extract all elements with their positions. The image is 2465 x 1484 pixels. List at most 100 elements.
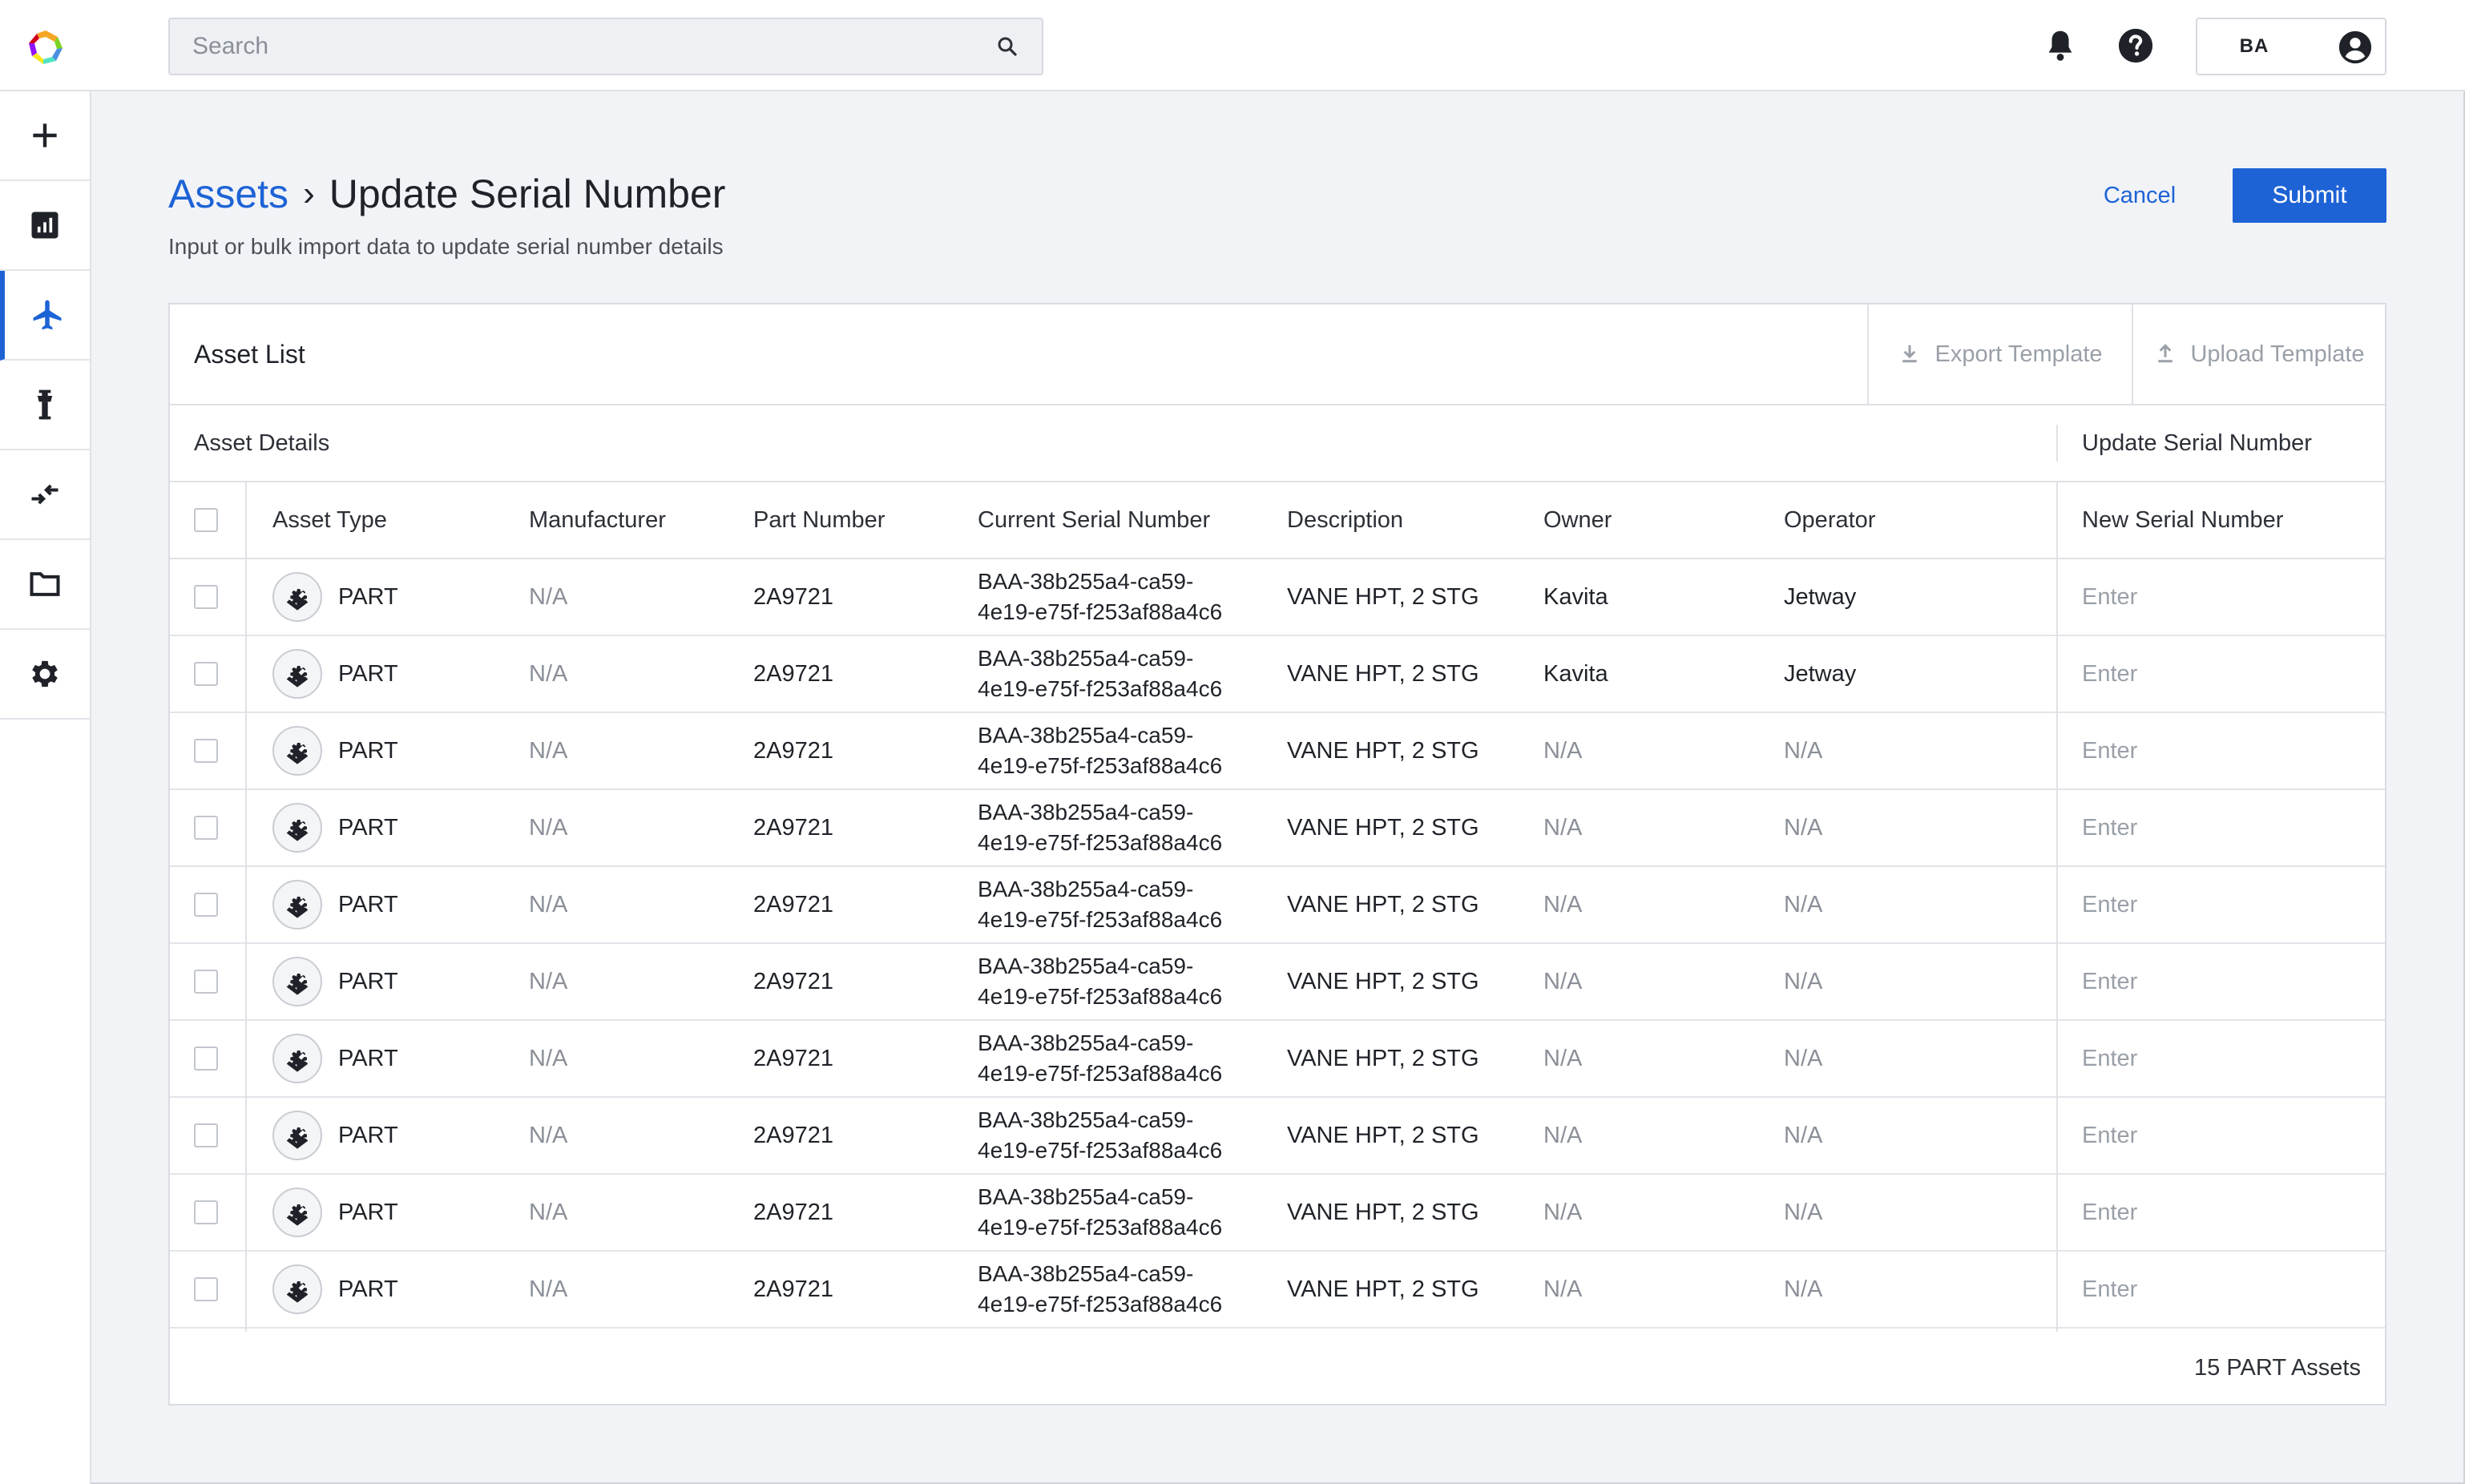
col-current-serial[interactable]: Current Serial Number [978, 482, 1210, 558]
part-icon-badge [272, 957, 322, 1006]
part-number-cell: 2A9721 [753, 1199, 833, 1225]
cancel-button[interactable]: Cancel [2084, 168, 2196, 223]
breadcrumb-assets-link[interactable]: Assets [168, 171, 288, 217]
owner-cell: N/A [1543, 968, 1583, 994]
folder-icon [30, 572, 60, 596]
owner-cell: Kavita [1543, 660, 1608, 687]
user-menu[interactable]: BA [2196, 18, 2386, 75]
new-serial-input[interactable] [2058, 713, 2383, 788]
asset-type-cell: PART [272, 1021, 398, 1096]
col-owner[interactable]: Owner [1543, 482, 1612, 558]
row-checkbox[interactable] [194, 1123, 218, 1147]
sidebar-item-aircraft[interactable] [0, 271, 90, 361]
owner-cell: Kavita [1543, 583, 1608, 610]
owner-cell: N/A [1543, 1122, 1583, 1148]
row-checkbox[interactable] [194, 1277, 218, 1301]
description-cell: VANE HPT, 2 STG [1287, 660, 1479, 687]
part-gear-icon [286, 743, 309, 764]
sidebar-item-transfers[interactable] [0, 450, 90, 540]
table-row: PART N/A 2A9721 BAA-38b255a4-ca59-4e19-e75f… [170, 790, 2385, 867]
row-checkbox[interactable] [194, 816, 218, 840]
row-select-cell [194, 790, 218, 865]
manufacturer-cell: N/A [529, 891, 568, 917]
col-new-serial[interactable]: New Serial Number [2082, 482, 2283, 558]
search-input[interactable] [192, 33, 995, 60]
airplane-icon [33, 300, 62, 330]
owner-cell: N/A [1543, 1276, 1583, 1302]
row-select-cell [194, 713, 218, 788]
row-select-cell [194, 1098, 218, 1173]
description-cell: VANE HPT, 2 STG [1287, 737, 1479, 764]
col-manufacturer[interactable]: Manufacturer [529, 482, 666, 558]
bell-icon[interactable] [2042, 27, 2079, 64]
new-serial-input[interactable] [2058, 559, 2383, 635]
manufacturer-cell: N/A [529, 1276, 568, 1302]
part-number-cell: 2A9721 [753, 1045, 833, 1071]
table-row: PART N/A 2A9721 BAA-38b255a4-ca59-4e19-e75f… [170, 559, 2385, 636]
current-serial-cell: BAA-38b255a4-ca59-4e19-e75f-f253af88a4c6 [978, 1261, 1223, 1317]
part-gear-icon [286, 1204, 309, 1226]
export-template-button[interactable]: Export Template [1867, 304, 2132, 404]
asset-count: 15 PART Assets [2194, 1354, 2361, 1381]
col-description[interactable]: Description [1287, 482, 1403, 558]
row-checkbox[interactable] [194, 585, 218, 609]
new-serial-input[interactable] [2058, 636, 2383, 712]
row-checkbox[interactable] [194, 1046, 218, 1071]
current-serial-cell: BAA-38b255a4-ca59-4e19-e75f-f253af88a4c6 [978, 954, 1223, 1009]
new-serial-input[interactable] [2058, 867, 2383, 942]
part-gear-icon [286, 1281, 309, 1303]
app-logo-icon[interactable] [26, 27, 66, 67]
current-serial-cell: BAA-38b255a4-ca59-4e19-e75f-f253af88a4c6 [978, 1184, 1223, 1240]
sidebar-item-documents[interactable] [0, 540, 90, 630]
row-select-cell [194, 867, 218, 942]
sidebar-item-dashboard[interactable] [0, 181, 90, 271]
tower-icon [37, 389, 53, 420]
part-gear-icon [286, 820, 309, 841]
new-serial-input[interactable] [2058, 1021, 2383, 1096]
part-icon-badge [272, 572, 322, 622]
asset-type-cell: PART [272, 944, 398, 1019]
checkbox-column-divider [245, 482, 247, 1332]
new-serial-input[interactable] [2058, 1175, 2383, 1250]
part-icon-badge [272, 1034, 322, 1083]
submit-button[interactable]: Submit [2233, 168, 2386, 223]
col-operator[interactable]: Operator [1784, 482, 1875, 558]
operator-cell: N/A [1784, 1199, 1823, 1225]
sidebar-item-airports[interactable] [0, 361, 90, 450]
row-checkbox[interactable] [194, 893, 218, 917]
table-row: PART N/A 2A9721 BAA-38b255a4-ca59-4e19-e75f… [170, 1252, 2385, 1329]
row-checkbox[interactable] [194, 739, 218, 763]
row-checkbox[interactable] [194, 662, 218, 686]
manufacturer-cell: N/A [529, 660, 568, 687]
help-icon[interactable] [2117, 27, 2154, 64]
part-icon-badge [272, 1264, 322, 1314]
upload-template-button[interactable]: Upload Template [2132, 304, 2385, 404]
col-part-number[interactable]: Part Number [753, 482, 885, 558]
new-serial-input[interactable] [2058, 790, 2383, 865]
card-header: Asset List Export Template Upload Templa… [170, 304, 2385, 405]
description-cell: VANE HPT, 2 STG [1287, 891, 1479, 917]
asset-type-value: PART [338, 1276, 398, 1302]
search-icon[interactable] [995, 34, 1019, 58]
new-serial-input[interactable] [2058, 944, 2383, 1019]
table-row: PART N/A 2A9721 BAA-38b255a4-ca59-4e19-e75f… [170, 944, 2385, 1021]
operator-cell: N/A [1784, 891, 1823, 917]
row-checkbox[interactable] [194, 1200, 218, 1224]
new-serial-input[interactable] [2058, 1252, 2383, 1327]
user-initials: BA [2239, 35, 2269, 57]
part-icon-badge [272, 880, 322, 930]
row-checkbox[interactable] [194, 970, 218, 994]
part-icon-badge [272, 649, 322, 699]
row-select-cell [194, 1175, 218, 1250]
top-bar: BA [0, 0, 2465, 91]
asset-type-cell: PART [272, 1252, 398, 1327]
part-icon-badge [272, 1188, 322, 1237]
operator-cell: N/A [1784, 1122, 1823, 1148]
page-title: Update Serial Number [329, 171, 726, 216]
sidebar-item-add[interactable] [0, 91, 90, 181]
table-header-row: Asset Type Manufacturer Part Number Curr… [170, 482, 2385, 559]
new-serial-input[interactable] [2058, 1098, 2383, 1173]
col-asset-type[interactable]: Asset Type [272, 482, 387, 558]
select-all-checkbox[interactable] [194, 508, 218, 532]
sidebar-item-settings[interactable] [0, 630, 90, 720]
